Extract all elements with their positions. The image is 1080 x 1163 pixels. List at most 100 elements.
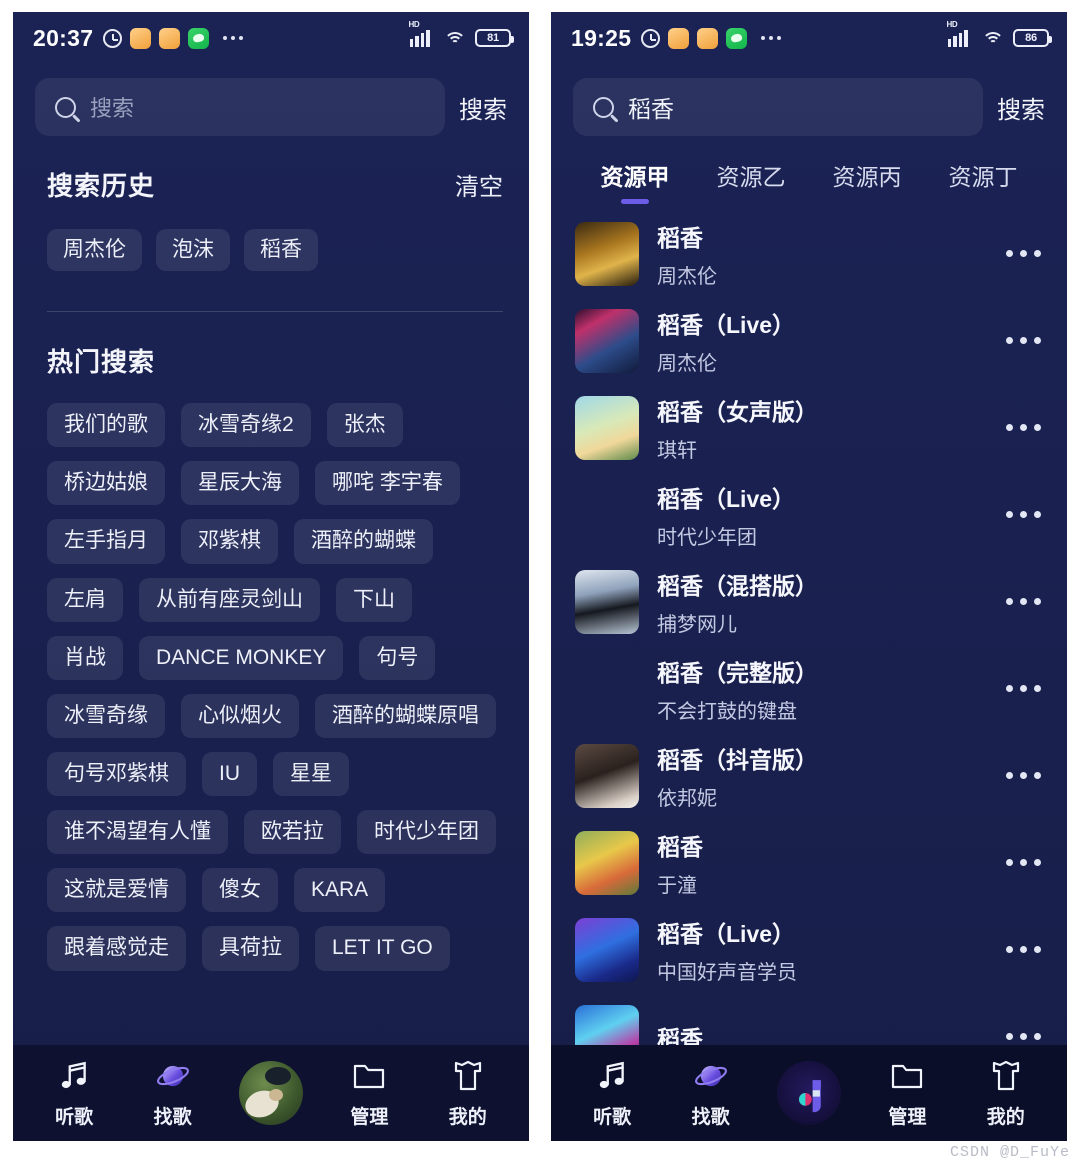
hot-search-chip[interactable]: 下山 — [336, 577, 412, 622]
hot-search-chip[interactable]: DANCE MONKEY — [139, 635, 344, 680]
song-meta: 稻香（完整版） 不会打鼓的键盘 — [657, 654, 994, 724]
song-list-item[interactable]: 稻香（完整版） 不会打鼓的键盘 — [551, 645, 1067, 732]
search-input[interactable]: 搜索 — [35, 78, 445, 136]
tab-资源甲[interactable]: 资源甲 — [601, 158, 670, 204]
status-bar-right-group: HD 81 — [409, 20, 514, 47]
history-chip[interactable]: 泡沫 — [156, 229, 230, 272]
more-options-icon[interactable] — [994, 511, 1041, 518]
hot-search-chip[interactable]: KARA — [294, 868, 386, 913]
search-button[interactable]: 搜索 — [997, 90, 1045, 125]
hot-search-chip[interactable]: 傻女 — [202, 868, 278, 913]
song-meta: 稻香 于潼 — [657, 828, 994, 898]
more-options-icon[interactable] — [994, 859, 1041, 866]
nav-item-找歌[interactable]: 找歌 — [128, 1058, 218, 1129]
history-chip[interactable]: 稻香 — [244, 229, 318, 272]
history-chip[interactable]: 周杰伦 — [47, 229, 142, 272]
search-icon — [55, 96, 76, 118]
hot-search-chip[interactable]: 哪咤 李宇春 — [315, 461, 460, 506]
hot-search-chip[interactable]: 张杰 — [326, 403, 403, 448]
nav-item-label: 找歌 — [691, 1106, 730, 1128]
song-list-item[interactable]: 稻香（Live） 中国好声音学员 — [551, 906, 1067, 993]
hot-search-chip[interactable]: 从前有座灵剑山 — [139, 577, 320, 622]
hot-search-chip[interactable]: 这就是爱情 — [47, 868, 186, 913]
wifi-icon — [982, 30, 1004, 46]
nav-item-label: 听歌 — [593, 1106, 632, 1128]
more-options-icon[interactable] — [994, 946, 1041, 953]
tab-资源丙[interactable]: 资源丙 — [833, 158, 902, 204]
hot-search-chip[interactable]: IU — [202, 751, 257, 797]
song-list-item[interactable]: 稻香 周杰伦 — [551, 210, 1067, 297]
more-options-icon[interactable] — [994, 598, 1041, 605]
hot-search-chip[interactable]: 我们的歌 — [47, 403, 165, 448]
album-art-placeholder — [575, 657, 639, 721]
nav-item-label: 管理 — [350, 1106, 389, 1128]
hot-search-chip[interactable]: 句号 — [359, 635, 436, 680]
hot-search-list: 我们的歌 冰雪奇缘2 张杰桥边姑娘 星辰大海 哪咤 李宇春左手指月 邓紫棋 酒醉的蝴蝶左肩从… — [13, 403, 529, 971]
hot-search-chip[interactable]: 酒醉的蝴蝶 — [294, 519, 433, 564]
nav-item-我的[interactable]: 我的 — [423, 1058, 513, 1129]
hot-search-chip[interactable]: 欧若拉 — [244, 810, 341, 855]
bottom-nav-right: 听歌 找歌 管理 我的 — [551, 1045, 1067, 1141]
status-time: 19:25 — [571, 24, 632, 51]
song-artist: 中国好声音学员 — [657, 961, 797, 984]
search-placeholder: 搜索 — [90, 96, 135, 121]
alarm-clock-icon — [103, 28, 123, 48]
song-meta: 稻香（Live） 中国好声音学员 — [657, 915, 994, 985]
hot-search-chip[interactable]: 星辰大海 — [181, 461, 299, 506]
battery-level: 86 — [1025, 32, 1037, 44]
search-button[interactable]: 搜索 — [459, 90, 507, 125]
more-options-icon[interactable] — [994, 1033, 1041, 1040]
hot-search-chip[interactable]: 句号邓紫棋 — [47, 751, 186, 797]
hot-search-chip[interactable]: 桥边姑娘 — [47, 461, 165, 506]
more-options-icon[interactable] — [994, 685, 1041, 692]
planet-icon — [156, 1058, 190, 1094]
hot-search-chip[interactable]: 左手指月 — [47, 519, 165, 564]
song-list-item[interactable]: 稻香（Live） 周杰伦 — [551, 297, 1067, 384]
hot-search-chip[interactable]: 冰雪奇缘 — [47, 693, 165, 738]
more-options-icon[interactable] — [994, 337, 1041, 344]
hot-search-chip[interactable]: 肖战 — [47, 635, 123, 680]
clear-history-button[interactable]: 清空 — [455, 167, 503, 202]
more-options-icon[interactable] — [994, 424, 1041, 431]
song-list-item[interactable]: 稻香（混搭版） 捕梦网儿 — [551, 558, 1067, 645]
nav-item-我的[interactable]: 我的 — [961, 1058, 1051, 1129]
song-title: 稻香 — [657, 833, 703, 860]
song-title: 稻香（完整版） — [657, 659, 818, 686]
nav-item-管理[interactable]: 管理 — [324, 1058, 414, 1129]
hot-search-chip[interactable]: 心似烟火 — [181, 693, 299, 738]
more-options-icon[interactable] — [994, 772, 1041, 779]
nav-item-找歌[interactable]: 找歌 — [666, 1058, 756, 1129]
song-list-item[interactable]: 稻香（抖音版） 依邦妮 — [551, 732, 1067, 819]
overflow-dots-icon — [761, 36, 782, 40]
hot-search-chip[interactable]: LET IT GO — [315, 926, 450, 971]
hot-search-chip[interactable]: 谁不渴望有人懂 — [47, 810, 228, 855]
tab-资源乙[interactable]: 资源乙 — [717, 158, 786, 204]
hot-search-chip[interactable]: 时代少年团 — [357, 810, 496, 855]
hot-search-chip[interactable]: 冰雪奇缘2 — [181, 403, 311, 448]
tab-资源丁[interactable]: 资源丁 — [949, 158, 1018, 204]
song-list-item[interactable]: 稻香（Live） 时代少年团 — [551, 471, 1067, 558]
song-artist: 不会打鼓的键盘 — [657, 700, 797, 723]
nav-item-听歌[interactable]: 听歌 — [567, 1058, 657, 1129]
song-list-item[interactable]: 稻香 于潼 — [551, 819, 1067, 906]
song-artist: 于潼 — [657, 874, 697, 897]
hot-search-chip[interactable]: 邓紫棋 — [181, 519, 278, 564]
battery-level: 81 — [487, 32, 499, 44]
nav-item-听歌[interactable]: 听歌 — [29, 1058, 119, 1129]
search-input[interactable]: 稻香 — [573, 78, 983, 136]
nav-item-center[interactable] — [764, 1061, 854, 1125]
shirt-icon — [451, 1058, 485, 1094]
music-note-icon — [57, 1058, 91, 1094]
song-title: 稻香（抖音版） — [657, 746, 818, 773]
planet-icon — [694, 1058, 728, 1094]
nav-item-center[interactable] — [226, 1061, 316, 1125]
hot-search-chip[interactable]: 左肩 — [47, 577, 123, 622]
hot-search-chip[interactable]: 酒醉的蝴蝶原唱 — [315, 693, 496, 738]
hot-search-chip[interactable]: 跟着感觉走 — [47, 926, 186, 971]
song-list-item[interactable]: 稻香（女声版） 琪轩 — [551, 384, 1067, 471]
hot-search-chip[interactable]: 具荷拉 — [202, 926, 299, 971]
more-options-icon[interactable] — [994, 250, 1041, 257]
hot-search-chip[interactable]: 星星 — [273, 751, 349, 797]
nav-item-管理[interactable]: 管理 — [862, 1058, 952, 1129]
battery-icon: 81 — [475, 29, 514, 47]
